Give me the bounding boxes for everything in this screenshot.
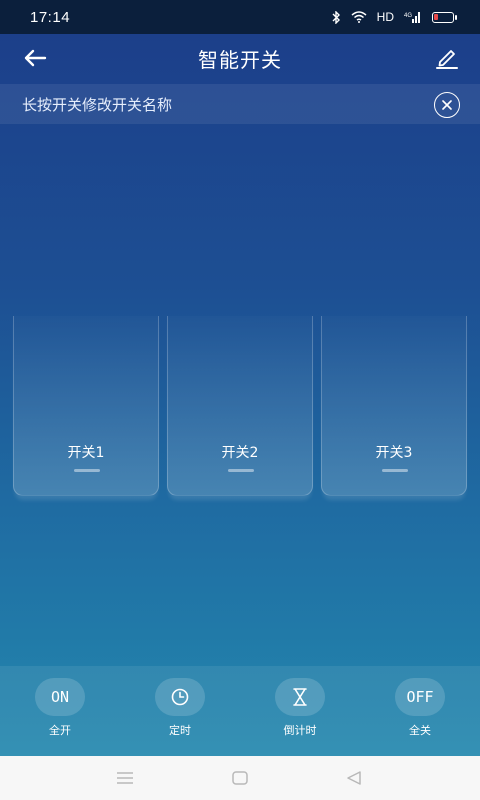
- action-label: 全开: [49, 724, 71, 737]
- all-off-button[interactable]: OFF 全关: [380, 678, 460, 738]
- action-label: 定时: [169, 724, 191, 737]
- countdown-button[interactable]: 倒计时: [260, 678, 340, 738]
- header: 智能开关: [0, 34, 480, 82]
- menu-icon: [117, 772, 133, 784]
- action-label: 全关: [409, 724, 431, 737]
- on-icon: ON: [35, 678, 85, 716]
- switch-label: 开关3: [375, 445, 413, 461]
- back-triangle-icon: [347, 771, 361, 785]
- svg-text:4G: 4G: [404, 13, 412, 19]
- arrow-left-icon: [24, 49, 47, 67]
- app-screen: 智能开关 长按开关修改开关名称 开关1 开关2 开关3 ON 全开 定时 倒计时…: [0, 34, 480, 756]
- switch-indicator: [382, 469, 408, 472]
- wifi-icon: [351, 11, 367, 23]
- switch-label: 开关1: [67, 445, 105, 461]
- system-nav-bar: [0, 756, 480, 800]
- home-square-icon: [232, 771, 248, 785]
- status-time: 17:14: [30, 8, 71, 26]
- bluetooth-icon: [331, 10, 341, 24]
- switch-card-3[interactable]: 开关3: [321, 316, 467, 496]
- clock-icon: [171, 688, 189, 706]
- tip-bar: 长按开关修改开关名称: [0, 84, 480, 124]
- timer-button[interactable]: 定时: [140, 678, 220, 738]
- switch-indicator: [74, 469, 100, 472]
- menu-nav-button[interactable]: [113, 766, 137, 790]
- battery-icon: [432, 11, 457, 23]
- status-bar: 17:14 HD 4G: [0, 0, 480, 34]
- all-on-button[interactable]: ON 全开: [20, 678, 100, 738]
- back-nav-button[interactable]: [342, 766, 366, 790]
- action-label: 倒计时: [283, 724, 317, 737]
- switch-indicator: [228, 469, 254, 472]
- switch-card-2[interactable]: 开关2: [167, 316, 313, 496]
- off-icon: OFF: [395, 678, 445, 716]
- switch-card-1[interactable]: 开关1: [13, 316, 159, 496]
- tip-close-button[interactable]: [434, 92, 460, 118]
- home-nav-button[interactable]: [228, 766, 252, 790]
- network-type-label: HD: [376, 10, 394, 24]
- pencil-icon: [436, 50, 458, 69]
- cell-signal-icon: 4G: [404, 11, 422, 23]
- close-icon: [442, 100, 452, 110]
- edit-button[interactable]: [432, 43, 462, 73]
- bottom-action-panel: ON 全开 定时 倒计时 OFF 全关: [0, 666, 480, 756]
- tip-text: 长按开关修改开关名称: [22, 95, 173, 114]
- page-title: 智能开关: [198, 47, 282, 72]
- switch-label: 开关2: [221, 445, 259, 461]
- back-button[interactable]: [20, 43, 50, 73]
- status-icons: HD 4G: [331, 10, 457, 24]
- hourglass-icon: [293, 688, 307, 706]
